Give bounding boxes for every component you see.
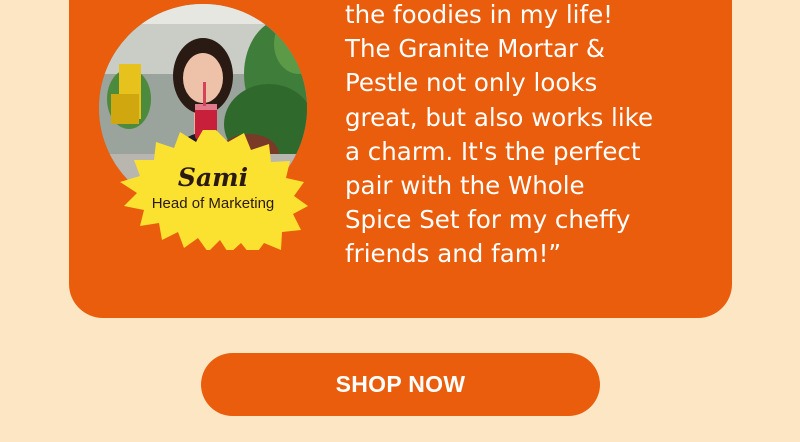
quote-line: The Granite Mortar & <box>345 34 606 64</box>
quote-line: pair with the Whole <box>345 171 585 201</box>
quote-line: the foodies in my life! <box>345 0 613 29</box>
quote-line: great, but also works like <box>345 102 654 132</box>
quote-line: Spice Set for my cheffy <box>345 205 631 235</box>
author-name: Sami <box>177 163 249 192</box>
author-role: Head of Marketing <box>151 195 275 212</box>
quote-line: Pestle not only looks <box>345 68 598 98</box>
testimonial-quote: the foodies in my life! The Granite Mort… <box>345 0 725 272</box>
quote-line: a charm. It's the perfect <box>345 136 641 166</box>
shop-now-button[interactable]: SHOP NOW <box>201 353 600 416</box>
quote-line: friends and fam!” <box>345 239 562 269</box>
author-badge: Sami Head of Marketing <box>112 130 320 250</box>
